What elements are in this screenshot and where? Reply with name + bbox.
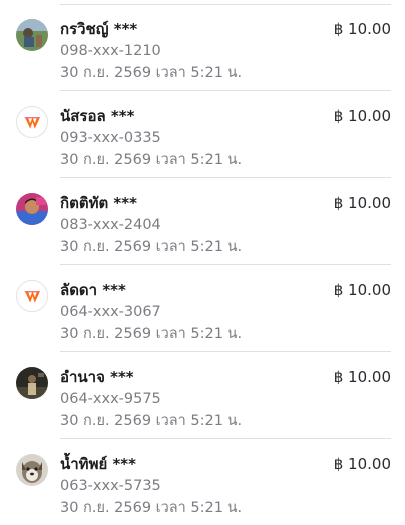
transaction-amount: ฿ 10.00 bbox=[333, 281, 391, 299]
avatar bbox=[16, 454, 48, 486]
transaction-row[interactable]: นัสรอล *** 093-xxx-0335 30 ก.ย. 2569 เวล… bbox=[0, 90, 405, 178]
transaction-amount: ฿ 10.00 bbox=[333, 455, 391, 473]
transaction-timestamp: 30 ก.ย. 2569 เวลา 5:21 น. bbox=[60, 152, 243, 168]
recipient-name: กรวิชญ์ *** bbox=[60, 20, 138, 38]
avatar bbox=[16, 106, 48, 138]
recipient-phone: 083-xxx-2404 bbox=[60, 217, 161, 233]
recipient-phone: 098-xxx-1210 bbox=[60, 43, 161, 59]
transaction-amount: ฿ 10.00 bbox=[333, 107, 391, 125]
photo-avatar-field-icon bbox=[16, 19, 48, 51]
transaction-row[interactable]: อำนาจ *** 064-xxx-9575 30 ก.ย. 2569 เวลา… bbox=[0, 351, 405, 439]
transaction-timestamp: 30 ก.ย. 2569 เวลา 5:21 น. bbox=[60, 500, 243, 516]
transaction-row[interactable]: กิตติทัต *** 083-xxx-2404 30 ก.ย. 2569 เ… bbox=[0, 177, 405, 265]
avatar bbox=[16, 19, 48, 51]
avatar bbox=[16, 193, 48, 225]
recipient-phone: 063-xxx-5735 bbox=[60, 478, 161, 494]
transaction-timestamp: 30 ก.ย. 2569 เวลา 5:21 น. bbox=[60, 326, 243, 342]
transaction-amount: ฿ 10.00 bbox=[333, 194, 391, 212]
transaction-row[interactable]: กรวิชญ์ *** 098-xxx-1210 30 ก.ย. 2569 เว… bbox=[0, 3, 405, 91]
transaction-timestamp: 30 ก.ย. 2569 เวลา 5:21 น. bbox=[60, 239, 243, 255]
recipient-name: อำนาจ *** bbox=[60, 368, 134, 386]
wallet-brand-icon bbox=[24, 117, 40, 129]
transaction-row[interactable]: น้ำทิพย์ *** 063-xxx-5735 30 ก.ย. 2569 เ… bbox=[0, 438, 405, 525]
transaction-timestamp: 30 ก.ย. 2569 เวลา 5:21 น. bbox=[60, 413, 243, 429]
photo-avatar-dark-icon bbox=[16, 367, 48, 399]
recipient-name: น้ำทิพย์ *** bbox=[60, 455, 136, 473]
wallet-brand-icon bbox=[24, 291, 40, 303]
transaction-timestamp: 30 ก.ย. 2569 เวลา 5:21 น. bbox=[60, 65, 243, 81]
photo-avatar-dog-icon bbox=[16, 454, 48, 486]
transaction-row[interactable]: ลัดดา *** 064-xxx-3067 30 ก.ย. 2569 เวลา… bbox=[0, 264, 405, 352]
transaction-amount: ฿ 10.00 bbox=[333, 368, 391, 386]
avatar bbox=[16, 280, 48, 312]
recipient-phone: 064-xxx-3067 bbox=[60, 304, 161, 320]
photo-avatar-portrait-icon bbox=[16, 193, 48, 225]
avatar bbox=[16, 367, 48, 399]
recipient-name: นัสรอล *** bbox=[60, 107, 135, 125]
recipient-phone: 093-xxx-0335 bbox=[60, 130, 161, 146]
recipient-name: กิตติทัต *** bbox=[60, 194, 137, 212]
recipient-phone: 064-xxx-9575 bbox=[60, 391, 161, 407]
recipient-name: ลัดดา *** bbox=[60, 281, 126, 299]
transaction-amount: ฿ 10.00 bbox=[333, 20, 391, 38]
